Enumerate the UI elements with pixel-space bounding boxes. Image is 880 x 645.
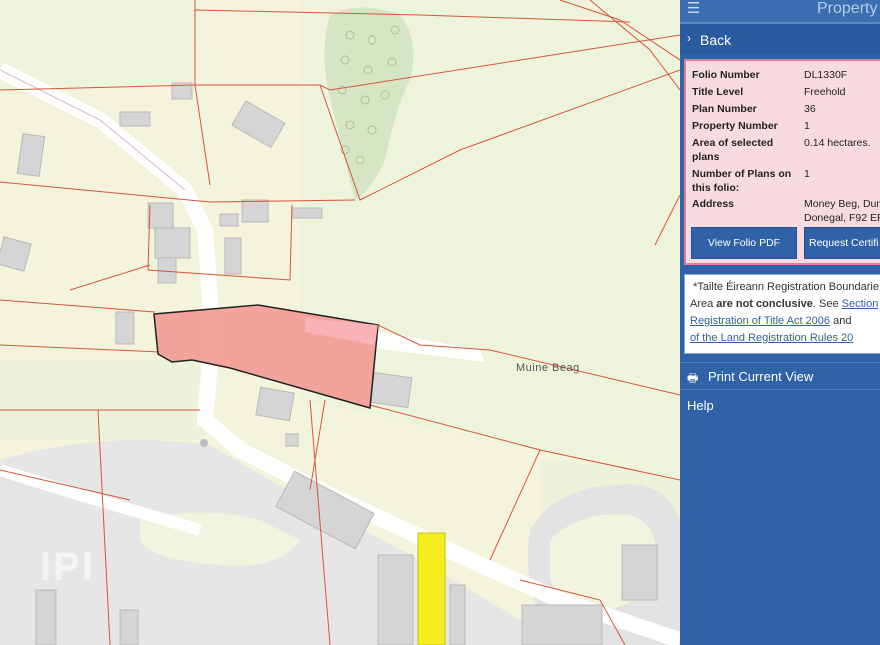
map-point	[200, 439, 208, 447]
disclaimer-box: *Tailte Éireann Registration Boundarie A…	[684, 274, 880, 354]
panel-title: Property	[817, 0, 878, 17]
info-value: 1	[804, 120, 810, 132]
info-value-line2: Donegal, F92 EP	[804, 212, 880, 224]
back-label: Back	[700, 32, 732, 48]
info-value: 0.14 hectares.	[804, 137, 871, 149]
info-value: 36	[804, 103, 816, 115]
request-certificate-button[interactable]: Request Certifi	[804, 227, 880, 259]
info-key: Folio Number	[692, 69, 760, 81]
disclaimer-text: and	[830, 315, 852, 327]
info-value: DL1330F	[804, 69, 848, 81]
disclaimer-line1: *Tailte Éireann Registration Boundarie	[690, 279, 880, 296]
land-registration-rules-link[interactable]: of the Land Registration Rules 20	[690, 332, 853, 344]
info-key: Number of Plans on this folio:	[692, 168, 792, 194]
view-folio-pdf-button[interactable]: View Folio PDF	[691, 227, 797, 259]
disclaimer-line4: of the Land Registration Rules 20	[690, 330, 880, 347]
highlight-parcel[interactable]	[417, 532, 446, 645]
disclaimer-text: *Tailte Éireann Registration Boundarie	[693, 281, 879, 293]
info-key: Plan Number	[692, 103, 757, 115]
info-key: Area of selected plans	[692, 137, 774, 163]
help-link[interactable]: Help	[687, 398, 714, 413]
watermark-logo: IPI	[40, 545, 95, 589]
back-button[interactable]: › Back	[680, 22, 880, 54]
registration-act-link[interactable]: Registration of Title Act 2006	[690, 315, 830, 327]
info-value: 1	[804, 168, 810, 180]
info-key: Property Number	[692, 120, 778, 132]
print-current-view-button[interactable]: 🖶 Print Current View	[680, 362, 880, 390]
disclaimer-text: . See	[812, 298, 842, 310]
side-panel: ☰ Property › Back Folio Number DL1330F T…	[680, 0, 880, 645]
map-canvas[interactable]	[0, 0, 680, 645]
disclaimer-text: Area	[690, 298, 717, 310]
print-label: Print Current View	[708, 369, 814, 384]
section-link[interactable]: Section	[842, 298, 879, 310]
hamburger-menu-icon[interactable]: ☰	[687, 1, 700, 17]
disclaimer-line2: Area are not conclusive. See Section	[690, 296, 880, 313]
panel-header: ☰ Property	[680, 0, 880, 22]
info-key: Title Level	[692, 86, 744, 98]
printer-icon: 🖶	[687, 371, 699, 385]
field-west	[0, 360, 205, 440]
disclaimer-line3: Registration of Title Act 2006 and	[690, 313, 880, 330]
info-value: Freehold	[804, 86, 846, 98]
place-label: Muine Beag	[516, 362, 580, 374]
map-view[interactable]: Muine Beag IPI	[0, 0, 680, 645]
chevron-right-icon: ›	[687, 31, 691, 45]
info-key: Address	[692, 198, 735, 210]
folio-info-box: Folio Number DL1330F Title Level Freehol…	[684, 59, 880, 265]
info-value: Money Beg, Dun	[804, 198, 880, 210]
disclaimer-bold: are not conclusive	[716, 298, 813, 310]
